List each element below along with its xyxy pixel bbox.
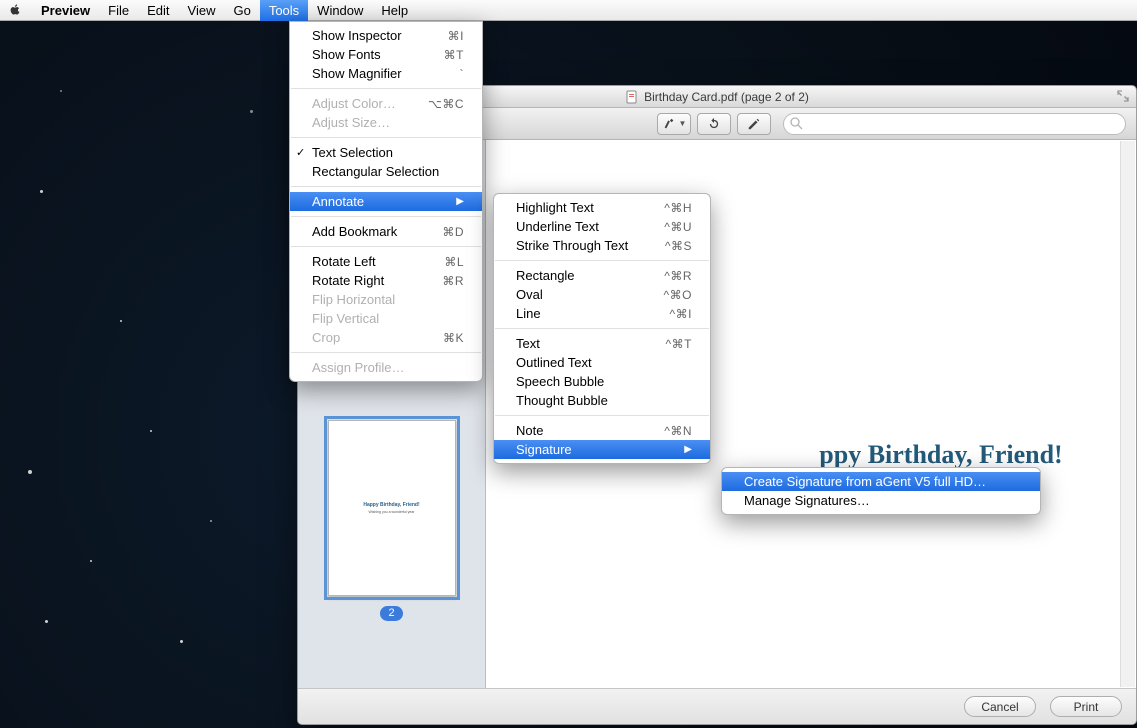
submenu-arrow-icon: ▶ <box>456 196 464 207</box>
menuitem-rotate-left[interactable]: Rotate Left⌘L <box>290 252 482 271</box>
page-heading-text: ppy Birthday, Friend! <box>819 440 1062 470</box>
menu-go[interactable]: Go <box>224 0 259 21</box>
menuitem-add-bookmark[interactable]: Add Bookmark⌘D <box>290 222 482 241</box>
menuitem-oval[interactable]: Oval^⌘O <box>494 285 710 304</box>
menu-tools[interactable]: Tools <box>260 0 308 21</box>
menuitem-flip-vertical: Flip Vertical <box>290 309 482 328</box>
menuitem-adjust-color: Adjust Color…⌥⌘C <box>290 94 482 113</box>
check-icon: ✓ <box>296 146 305 159</box>
menuitem-line[interactable]: Line^⌘I <box>494 304 710 323</box>
search-icon <box>790 117 803 130</box>
menu-file[interactable]: File <box>99 0 138 21</box>
menuitem-rectangle[interactable]: Rectangle^⌘R <box>494 266 710 285</box>
menuitem-highlight-text[interactable]: Highlight Text^⌘H <box>494 198 710 217</box>
menuitem-thought-bubble[interactable]: Thought Bubble <box>494 391 710 410</box>
window-footer: Cancel Print <box>298 688 1136 724</box>
menuitem-manage-signatures[interactable]: Manage Signatures… <box>722 491 1040 510</box>
menu-help[interactable]: Help <box>372 0 417 21</box>
menu-window[interactable]: Window <box>308 0 372 21</box>
menubar-app-name[interactable]: Preview <box>32 0 99 21</box>
menuitem-signature[interactable]: Signature▶ <box>494 440 710 459</box>
menu-view[interactable]: View <box>179 0 225 21</box>
fullscreen-icon[interactable] <box>1116 89 1130 103</box>
menuitem-show-magnifier[interactable]: Show Magnifier` <box>290 64 482 83</box>
submenu-arrow-icon: ▶ <box>684 444 692 455</box>
page-number-badge: 2 <box>380 606 402 621</box>
menuitem-rotate-right[interactable]: Rotate Right⌘R <box>290 271 482 290</box>
thumbnail-subtitle: Wishing you a wonderful year <box>369 510 415 514</box>
menuitem-crop: Crop⌘K <box>290 328 482 347</box>
menuitem-note[interactable]: Note^⌘N <box>494 421 710 440</box>
print-button[interactable]: Print <box>1050 696 1122 717</box>
menuitem-show-fonts[interactable]: Show Fonts⌘T <box>290 45 482 64</box>
menu-edit[interactable]: Edit <box>138 0 178 21</box>
menuitem-speech-bubble[interactable]: Speech Bubble <box>494 372 710 391</box>
menuitem-outlined-text[interactable]: Outlined Text <box>494 353 710 372</box>
menuitem-show-inspector[interactable]: Show Inspector⌘I <box>290 26 482 45</box>
tools-dropdown: Show Inspector⌘I Show Fonts⌘T Show Magni… <box>289 21 483 382</box>
edit-button[interactable] <box>737 113 771 135</box>
search-input[interactable] <box>783 113 1126 135</box>
thumbnail-title: Happy Birthday, Friend! <box>363 502 419 508</box>
menuitem-create-signature[interactable]: Create Signature from aGent V5 full HD… <box>722 472 1040 491</box>
vertical-scrollbar[interactable] <box>1120 141 1135 687</box>
menuitem-adjust-size: Adjust Size… <box>290 113 482 132</box>
desktop: Preview File Edit View Go Tools Window H… <box>0 0 1137 728</box>
signature-submenu: Create Signature from aGent V5 full HD… … <box>721 467 1041 515</box>
menubar: Preview File Edit View Go Tools Window H… <box>0 0 1137 21</box>
rotate-button[interactable] <box>697 113 731 135</box>
toolbar-search <box>783 113 1126 135</box>
menuitem-strike-text[interactable]: Strike Through Text^⌘S <box>494 236 710 255</box>
menuitem-text-selection[interactable]: ✓Text Selection <box>290 143 482 162</box>
page-thumbnail[interactable]: Happy Birthday, Friend! Wishing you a wo… <box>328 420 456 596</box>
highlight-button[interactable]: ▼ <box>657 113 691 135</box>
menuitem-underline-text[interactable]: Underline Text^⌘U <box>494 217 710 236</box>
annotate-submenu: Highlight Text^⌘H Underline Text^⌘U Stri… <box>493 193 711 464</box>
apple-icon[interactable] <box>8 3 22 17</box>
menuitem-text[interactable]: Text^⌘T <box>494 334 710 353</box>
cancel-button[interactable]: Cancel <box>964 696 1036 717</box>
window-title-text: Birthday Card.pdf (page 2 of 2) <box>644 90 809 104</box>
menuitem-annotate[interactable]: Annotate▶ <box>290 192 482 211</box>
document-icon <box>625 90 639 104</box>
menuitem-flip-horizontal: Flip Horizontal <box>290 290 482 309</box>
menuitem-rectangular-selection[interactable]: Rectangular Selection <box>290 162 482 181</box>
menuitem-assign-profile: Assign Profile… <box>290 358 482 377</box>
